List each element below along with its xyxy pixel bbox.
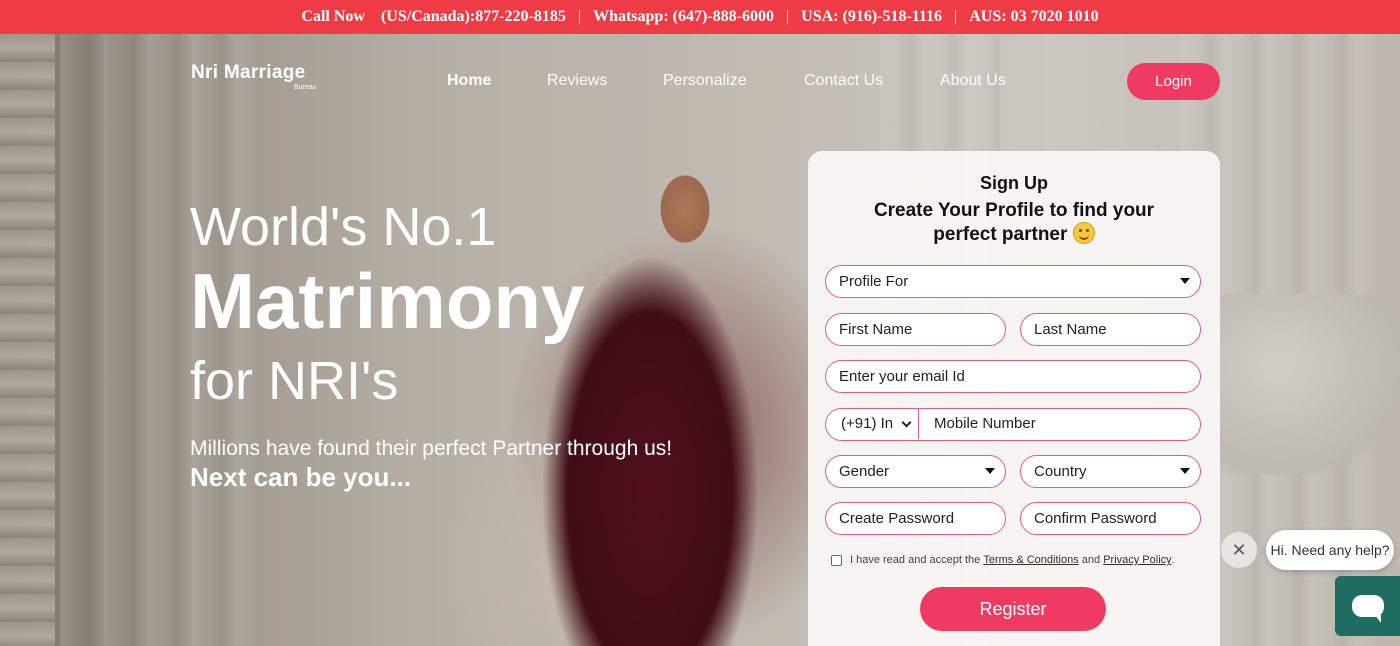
gender-select[interactable]: Gender — [825, 455, 1006, 488]
profile-for-select[interactable]: Profile For — [825, 265, 1201, 298]
hero-headline-line1: World's No.1 — [190, 197, 497, 257]
country-code-select[interactable]: (+91) In — [826, 409, 919, 439]
first-name-field[interactable]: First Name — [825, 313, 1006, 346]
terms-link[interactable]: Terms & Conditions — [983, 554, 1078, 566]
chat-greeting-bubble[interactable]: Hi. Need any help? — [1266, 530, 1394, 570]
terms-consent: I have read and accept the Terms & Condi… — [831, 554, 1175, 566]
last-name-field[interactable]: Last Name — [1020, 313, 1201, 346]
confirm-password-field[interactable]: Confirm Password — [1020, 502, 1201, 535]
contact-topbar: Call Now (US/Canada):877-220-8185 | What… — [0, 0, 1400, 34]
nav-reviews[interactable]: Reviews — [547, 72, 607, 90]
privacy-link[interactable]: Privacy Policy — [1103, 554, 1171, 566]
consent-text: I have read and accept the — [850, 554, 981, 566]
caret-down-icon — [1180, 468, 1190, 474]
phone-whatsapp[interactable]: Whatsapp: (647)-888-6000 — [585, 8, 782, 26]
separator: | — [577, 8, 582, 25]
signup-title: Sign Up — [980, 173, 1048, 193]
phone-us-canada[interactable]: (US/Canada):877-220-8185 — [373, 8, 574, 26]
smile-emoji-icon — [1072, 222, 1095, 244]
separator: | — [954, 8, 958, 25]
login-button[interactable]: Login — [1127, 63, 1220, 100]
nav-about-us[interactable]: About Us — [940, 72, 1006, 90]
confirm-password-placeholder: Confirm Password — [1034, 510, 1157, 527]
consent-period: . — [1171, 554, 1175, 566]
chat-icon — [1351, 595, 1384, 623]
signup-subtitle-text: Create Your Profile to find your perfect… — [873, 200, 1155, 245]
nav-contact-us[interactable]: Contact Us — [804, 72, 883, 90]
hero-tagline: Millions have found their perfect Partne… — [190, 437, 673, 460]
chevron-down-icon — [901, 417, 912, 428]
hero-headline-line2: Matrimony — [190, 257, 585, 345]
phone-usa[interactable]: USA: (916)-518-1116 — [793, 8, 950, 26]
gender-value: Gender — [839, 463, 890, 480]
create-password-field[interactable]: Create Password — [825, 502, 1006, 535]
close-icon[interactable]: ✕ — [1221, 532, 1257, 568]
caret-down-icon — [1180, 278, 1190, 284]
email-field[interactable]: Enter your email Id — [825, 360, 1201, 393]
consent-and: and — [1081, 554, 1101, 566]
email-placeholder: Enter your email Id — [839, 368, 965, 385]
signup-form: Sign Up Create Your Profile to find your… — [808, 151, 1220, 646]
hero-headline-line3: for NRI's — [190, 351, 399, 411]
phone-input-group: (+91) In Mobile Number — [825, 408, 1201, 441]
nav-home[interactable]: Home — [447, 72, 491, 90]
first-name-placeholder: First Name — [839, 321, 913, 338]
hero-tagline-bold: Next can be you... — [190, 462, 412, 492]
create-password-placeholder: Create Password — [839, 510, 955, 527]
country-select[interactable]: Country — [1020, 455, 1201, 488]
signup-subtitle: Create Your Profile to find your perfect… — [848, 199, 1180, 246]
chat-launcher-button[interactable] — [1335, 576, 1400, 636]
terms-checkbox[interactable] — [831, 554, 842, 566]
separator: | — [785, 8, 790, 25]
phone-aus[interactable]: AUS: 03 7020 1010 — [961, 8, 1106, 26]
profile-for-value: Profile For — [839, 273, 909, 290]
mobile-number-field[interactable]: Mobile Number — [934, 409, 1036, 439]
nav-personalize[interactable]: Personalize — [663, 72, 747, 90]
register-button[interactable]: Register — [920, 587, 1106, 631]
country-value: Country — [1034, 463, 1087, 480]
call-now-label: Call Now — [301, 8, 365, 25]
caret-down-icon — [985, 468, 995, 474]
country-code-value: (+91) In — [841, 415, 894, 432]
last-name-placeholder: Last Name — [1034, 321, 1107, 338]
